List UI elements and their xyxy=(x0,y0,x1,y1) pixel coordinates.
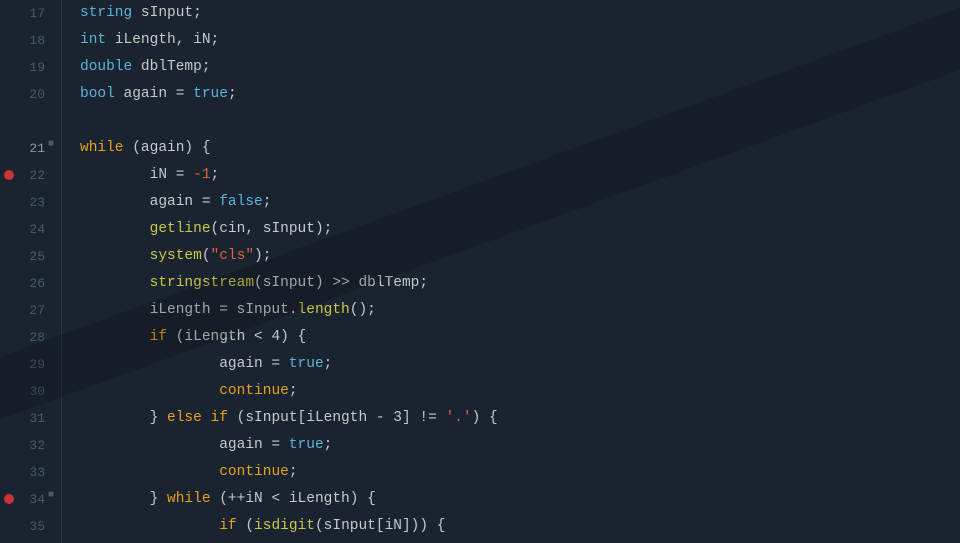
code-line-24: getline(cin, sInput); xyxy=(80,216,960,243)
code-line-25: system("cls"); xyxy=(80,243,960,270)
code-line-20: bool again = true; xyxy=(80,81,960,108)
code-line-26: stringstream(sInput) >> dblTemp; xyxy=(80,270,960,297)
line-29: 29 xyxy=(0,351,53,378)
code-line-18: int iLength, iN; xyxy=(80,27,960,54)
code-line-17: string sInput; xyxy=(80,0,960,27)
line-20: 20 xyxy=(0,81,53,108)
code-editor: 17 18 19 20 21 22 23 24 25 26 27 28 29 3… xyxy=(0,0,960,543)
line-18: 18 xyxy=(0,27,53,54)
code-line-29: again = true; xyxy=(80,351,960,378)
code-line-31: } else if (sInput[iLength - 3] != '.') { xyxy=(80,405,960,432)
line-21: 21 xyxy=(0,135,53,162)
code-line-19: double dblTemp; xyxy=(80,54,960,81)
line-gutter: 17 18 19 20 21 22 23 24 25 26 27 28 29 3… xyxy=(0,0,62,543)
code-line-23: again = false; xyxy=(80,189,960,216)
line-28: 28 xyxy=(0,324,53,351)
line-numbers: 17 18 19 20 21 22 23 24 25 26 27 28 29 3… xyxy=(0,0,61,540)
line-35: 35 xyxy=(0,513,53,540)
code-line-32: again = true; xyxy=(80,432,960,459)
line-31: 31 xyxy=(0,405,53,432)
code-line-blank xyxy=(80,108,960,135)
line-25: 25 xyxy=(0,243,53,270)
line-23: 23 xyxy=(0,189,53,216)
line-24: 24 xyxy=(0,216,53,243)
code-line-22: iN = -1; xyxy=(80,162,960,189)
line-27: 27 xyxy=(0,297,53,324)
line-33: 33 xyxy=(0,459,53,486)
code-line-34: } while (++iN < iLength) { xyxy=(80,486,960,513)
breakpoint-22[interactable] xyxy=(4,170,14,180)
code-line-28: if (iLength < 4) { xyxy=(80,324,960,351)
line-19: 19 xyxy=(0,54,53,81)
code-line-30: continue; xyxy=(80,378,960,405)
line-blank xyxy=(0,108,53,135)
fold-arrow-34[interactable]: ■ xyxy=(48,490,54,501)
line-26: 26 xyxy=(0,270,53,297)
line-32: 32 xyxy=(0,432,53,459)
fold-arrow-21[interactable]: ■ xyxy=(48,139,54,150)
code-content: string sInput; int iLength, iN; double d… xyxy=(62,0,960,543)
line-17: 17 xyxy=(0,0,53,27)
code-line-35: if (isdigit(sInput[iN])) { xyxy=(80,513,960,540)
code-line-27: iLength = sInput.length(); xyxy=(80,297,960,324)
line-30: 30 xyxy=(0,378,53,405)
code-line-21: while (again) { xyxy=(80,135,960,162)
code-line-33: continue; xyxy=(80,459,960,486)
breakpoint-34[interactable] xyxy=(4,494,14,504)
